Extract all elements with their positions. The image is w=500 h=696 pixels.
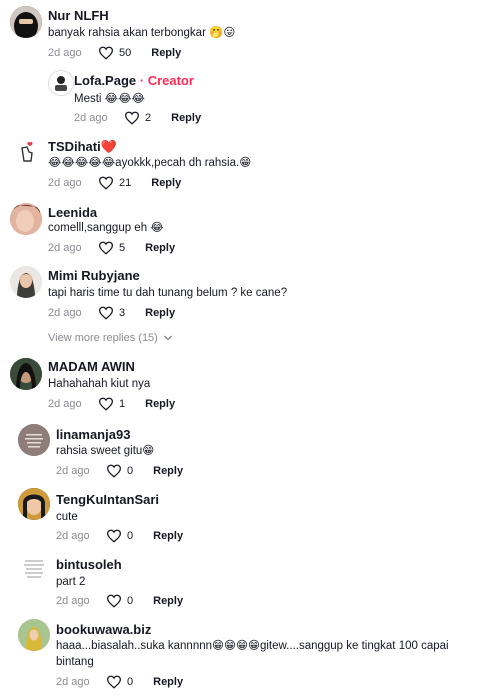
- reply-button[interactable]: Reply: [171, 112, 201, 124]
- username[interactable]: TengKuIntanSari: [56, 492, 159, 507]
- avatar[interactable]: [48, 70, 74, 96]
- heart-outline-icon: [98, 306, 114, 320]
- like-count: 0: [127, 595, 134, 607]
- creator-separator: ·: [136, 73, 148, 88]
- comment-meta: 2d ago 0 Reply: [56, 594, 183, 608]
- comment-meta: 2d ago 0 Reply: [56, 529, 183, 543]
- avatar[interactable]: [10, 266, 42, 298]
- comment-meta: 2d ago 0 Reply: [56, 464, 183, 478]
- like-button[interactable]: 2: [124, 111, 151, 125]
- like-count: 0: [127, 676, 134, 688]
- comment-meta: 2d ago 0 Reply: [56, 675, 183, 689]
- like-button[interactable]: 3: [98, 306, 125, 320]
- like-count: 0: [127, 465, 134, 477]
- avatar[interactable]: [18, 488, 50, 520]
- like-count: 21: [119, 177, 132, 189]
- like-count: 0: [127, 530, 134, 542]
- comment-text: Hahahahah kiut nya: [48, 378, 151, 390]
- username[interactable]: MADAM AWIN: [48, 359, 135, 374]
- like-button[interactable]: 0: [106, 464, 133, 478]
- username[interactable]: bintusoleh: [56, 557, 122, 572]
- comment-text: comelll,sanggup eh 😂: [48, 222, 164, 234]
- comment-meta: 2d ago 3 Reply: [48, 306, 175, 320]
- comment-meta: 2d ago 50 Reply: [48, 46, 181, 60]
- username[interactable]: Lofa.Page: [74, 73, 136, 88]
- heart-outline-icon: [124, 111, 140, 125]
- comment-text: tapi haris time tu dah tunang belum ? ke…: [48, 287, 288, 299]
- comment-meta: 2d ago 1 Reply: [48, 397, 175, 411]
- creator-badge: Creator: [147, 73, 194, 88]
- comment-date: 2d ago: [56, 530, 90, 542]
- avatar[interactable]: [18, 553, 50, 585]
- username[interactable]: TSDihati❤️: [48, 139, 117, 155]
- reply-button[interactable]: Reply: [145, 307, 175, 319]
- like-button[interactable]: 50: [98, 46, 131, 60]
- comment-text: banyak rahsia akan terbongkar 🤭😛: [48, 27, 236, 39]
- comment-text: cute: [56, 511, 78, 523]
- comment-date: 2d ago: [56, 465, 90, 477]
- comment-date: 2d ago: [48, 307, 82, 319]
- like-button[interactable]: 0: [106, 529, 133, 543]
- heart-outline-icon: [98, 397, 114, 411]
- like-button[interactable]: 21: [98, 176, 131, 190]
- comment-date: 2d ago: [48, 242, 82, 254]
- reply-button[interactable]: Reply: [145, 398, 175, 410]
- reply-button[interactable]: Reply: [153, 530, 183, 542]
- username[interactable]: Mimi Rubyjane: [48, 268, 140, 283]
- reply-button[interactable]: Reply: [151, 177, 181, 189]
- view-more-replies-button[interactable]: View more replies (15): [48, 332, 174, 344]
- avatar[interactable]: [18, 424, 50, 456]
- reply-button[interactable]: Reply: [153, 465, 183, 477]
- comment-meta: 2d ago 5 Reply: [48, 241, 175, 255]
- like-count: 2: [145, 112, 152, 124]
- avatar[interactable]: [10, 139, 42, 171]
- avatar[interactable]: [10, 6, 42, 38]
- like-button[interactable]: 5: [98, 241, 125, 255]
- comment-date: 2d ago: [48, 47, 82, 59]
- heart-outline-icon: [106, 464, 122, 478]
- like-button[interactable]: 0: [106, 675, 133, 689]
- comment-meta: 2d ago 2 Reply: [74, 111, 201, 125]
- reply-button[interactable]: Reply: [153, 595, 183, 607]
- like-count: 3: [119, 307, 126, 319]
- heart-outline-icon: [98, 46, 114, 60]
- username-row: Lofa.Page · Creator: [74, 73, 194, 88]
- like-button[interactable]: 1: [98, 397, 125, 411]
- comment-date: 2d ago: [48, 398, 82, 410]
- username[interactable]: Leenida: [48, 205, 97, 220]
- username[interactable]: bookuwawa.biz: [56, 622, 151, 637]
- reply-button[interactable]: Reply: [151, 47, 181, 59]
- avatar[interactable]: [18, 619, 50, 651]
- like-count: 50: [119, 47, 132, 59]
- comment-date: 2d ago: [74, 112, 108, 124]
- username[interactable]: Nur NLFH: [48, 8, 109, 23]
- heart-outline-icon: [106, 594, 122, 608]
- heart-outline-icon: [106, 529, 122, 543]
- avatar[interactable]: [10, 358, 42, 390]
- reply-button[interactable]: Reply: [153, 676, 183, 688]
- avatar[interactable]: [10, 203, 42, 235]
- heart-outline-icon: [98, 176, 114, 190]
- like-count: 5: [119, 242, 126, 254]
- like-button[interactable]: 0: [106, 594, 133, 608]
- comment-date: 2d ago: [48, 177, 82, 189]
- heart-outline-icon: [106, 675, 122, 689]
- comment-text: 😂😂😂😂😂ayokkk,pecah dh rahsia.😁: [48, 157, 252, 169]
- reply-button[interactable]: Reply: [145, 242, 175, 254]
- comment-text: haaa...biasalah..suka kannnnn😁😁😁😁gitew..…: [56, 640, 449, 668]
- like-count: 1: [119, 398, 126, 410]
- view-more-label: View more replies (15): [48, 332, 158, 344]
- comment-date: 2d ago: [56, 595, 90, 607]
- chevron-down-icon: [163, 335, 172, 341]
- comment-text: Mesti 😂😂😂: [74, 93, 145, 105]
- comment-date: 2d ago: [56, 676, 90, 688]
- comment-meta: 2d ago 21 Reply: [48, 176, 181, 190]
- heart-outline-icon: [98, 241, 114, 255]
- comment-text: rahsia sweet gitu😁: [56, 445, 155, 457]
- comment-text: part 2: [56, 576, 86, 588]
- username[interactable]: linamanja93: [56, 427, 130, 442]
